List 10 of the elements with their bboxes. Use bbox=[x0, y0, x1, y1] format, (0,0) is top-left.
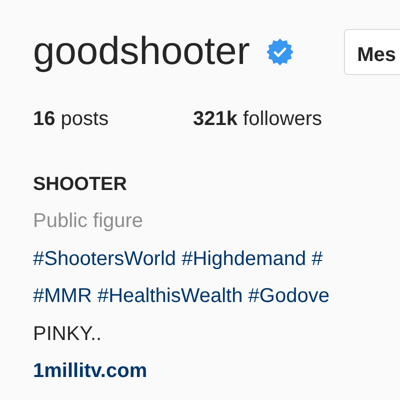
username: goodshooter bbox=[33, 29, 250, 75]
website-link[interactable]: 1millitv.com bbox=[33, 353, 148, 390]
category-label: Public figure bbox=[33, 209, 144, 234]
bio-text: PINKY.. bbox=[33, 322, 103, 346]
message-button[interactable]: Mes bbox=[344, 29, 400, 75]
hashtag-line: #MMR #HealthisWealth #Godove bbox=[33, 284, 330, 309]
profile-stat[interactable]: 321k followers bbox=[193, 104, 322, 134]
full-name: SHOOTER bbox=[33, 173, 128, 197]
profile-stat[interactable]: 16 posts bbox=[33, 104, 193, 134]
hashtag-line: #ShootersWorld #Highdemand # bbox=[33, 246, 324, 272]
